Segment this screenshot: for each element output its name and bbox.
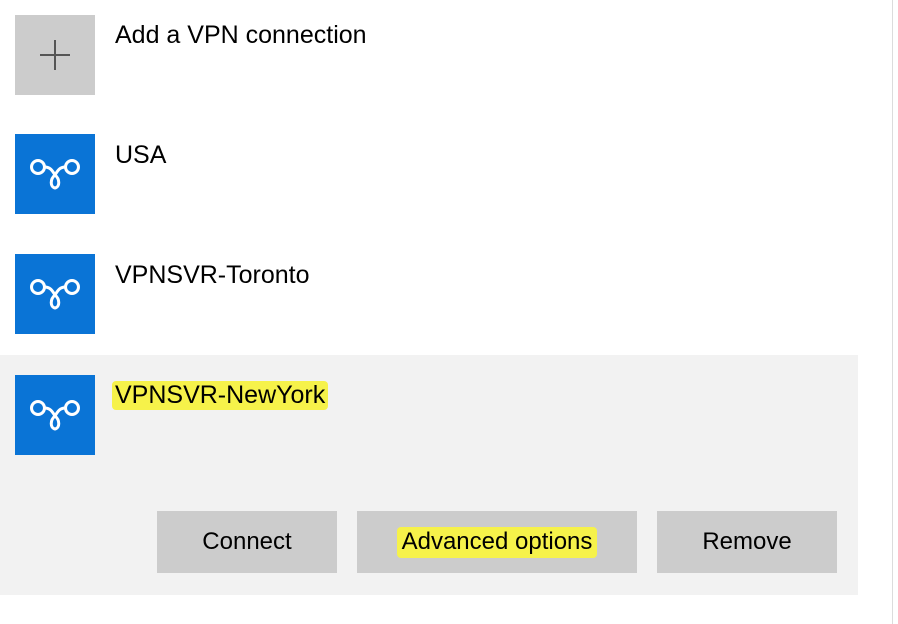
vpn-connection-usa[interactable]: USA bbox=[0, 122, 858, 234]
connection-name-highlighted: VPNSVR-NewYork bbox=[112, 380, 329, 410]
panel-right-border bbox=[892, 0, 893, 624]
advanced-options-button-label: Advanced options bbox=[396, 526, 598, 558]
remove-button-label: Remove bbox=[702, 528, 792, 555]
connect-button-label: Connect bbox=[202, 528, 292, 555]
vpn-icon bbox=[30, 279, 80, 310]
advanced-options-button[interactable]: Advanced options bbox=[357, 511, 637, 573]
connection-name: VPNSVR-Toronto bbox=[115, 261, 310, 289]
add-vpn-tile bbox=[15, 15, 95, 95]
vpn-tile bbox=[15, 375, 95, 455]
add-vpn-connection-item[interactable]: Add a VPN connection bbox=[0, 0, 858, 112]
add-vpn-label: Add a VPN connection bbox=[115, 21, 367, 49]
plus-icon bbox=[40, 40, 70, 70]
vpn-tile bbox=[15, 134, 95, 214]
vpn-icon bbox=[30, 159, 80, 190]
remove-button[interactable]: Remove bbox=[657, 511, 837, 573]
vpn-connection-newyork[interactable]: VPNSVR-NewYork Connect Advanced options … bbox=[0, 355, 858, 595]
connection-name: USA bbox=[115, 141, 167, 169]
vpn-tile bbox=[15, 254, 95, 334]
connection-name: VPNSVR-NewYork bbox=[112, 381, 329, 410]
connect-button[interactable]: Connect bbox=[157, 511, 337, 573]
vpn-connection-toronto[interactable]: VPNSVR-Toronto bbox=[0, 242, 858, 354]
vpn-icon bbox=[30, 400, 80, 431]
